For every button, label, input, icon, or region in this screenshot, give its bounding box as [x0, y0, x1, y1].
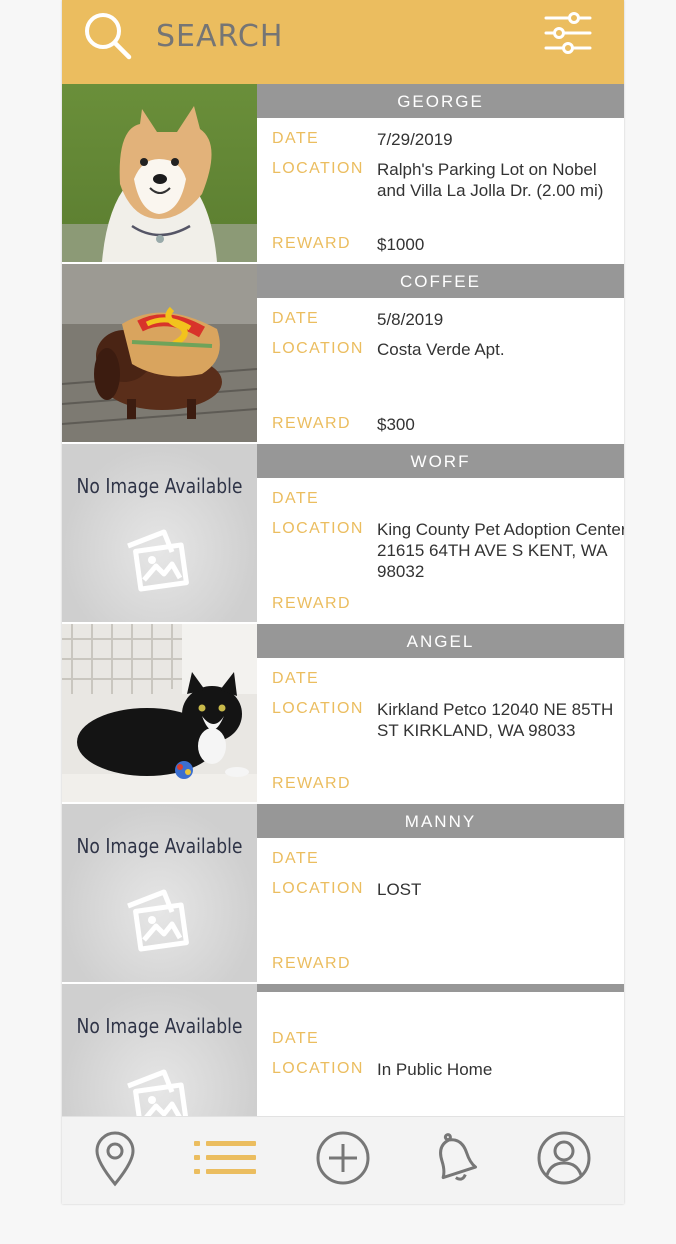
- search-bar: [62, 0, 624, 84]
- location-label: LOCATION: [272, 880, 364, 897]
- location-value: In Public Home: [377, 1060, 493, 1079]
- list-item[interactable]: ANGEL DATE LOCATION Kirkland Petco 12040…: [62, 624, 624, 805]
- pet-details: GEORGE DATE 7/29/2019 LOCATION Ralph's P…: [257, 84, 624, 265]
- date-label: DATE: [272, 1030, 320, 1047]
- search-input[interactable]: [154, 18, 458, 55]
- reward-label: REWARD: [272, 775, 351, 792]
- no-image-placeholder: No Image Available: [62, 444, 257, 622]
- image-placeholder-icon: [127, 529, 189, 592]
- reward-label: REWARD: [272, 415, 351, 432]
- list-item[interactable]: No Image Available DATE LOCATION In Publ…: [62, 984, 624, 1116]
- date-label: DATE: [272, 850, 320, 867]
- dachshund-hotdog-photo: [62, 264, 257, 442]
- add-circle-icon: [316, 1131, 370, 1185]
- pet-name: WORF: [257, 444, 624, 478]
- pet-list[interactable]: GEORGE DATE 7/29/2019 LOCATION Ralph's P…: [62, 84, 624, 1116]
- pet-photo: [62, 264, 257, 442]
- location-label: LOCATION: [272, 340, 364, 357]
- no-image-text: No Image Available: [76, 834, 243, 858]
- list-item[interactable]: No Image Available MANNY DATE LOCATION L…: [62, 804, 624, 985]
- no-image-placeholder: No Image Available: [62, 804, 257, 982]
- pet-name: MANNY: [257, 804, 624, 838]
- location-value: King County Pet Adoption Center 21615 64…: [377, 520, 624, 581]
- date-label: DATE: [272, 490, 320, 507]
- filter-sliders-icon[interactable]: [544, 12, 592, 54]
- pet-details: MANNY DATE LOCATION LOST REWARD: [257, 804, 624, 985]
- pet-details: COFFEE DATE 5/8/2019 LOCATION Costa Verd…: [257, 264, 624, 445]
- tuxedo-cat-photo: [62, 624, 257, 802]
- pet-name: ANGEL: [257, 624, 624, 658]
- pet-details: DATE LOCATION In Public Home: [257, 984, 624, 1116]
- pet-name: GEORGE: [257, 84, 624, 118]
- no-image-text: No Image Available: [76, 1014, 243, 1038]
- nav-notifications[interactable]: [422, 1129, 488, 1191]
- date-value: 5/8/2019: [377, 310, 444, 329]
- location-label: LOCATION: [272, 160, 364, 177]
- location-value: Costa Verde Apt.: [377, 340, 505, 359]
- list-item[interactable]: COFFEE DATE 5/8/2019 LOCATION Costa Verd…: [62, 264, 624, 445]
- location-label: LOCATION: [272, 520, 364, 537]
- pet-details: WORF DATE LOCATION King County Pet Adopt…: [257, 444, 624, 625]
- reward-label: REWARD: [272, 955, 351, 972]
- nav-list[interactable]: [192, 1129, 258, 1191]
- no-image-placeholder: No Image Available: [62, 984, 257, 1116]
- location-label: LOCATION: [272, 1060, 364, 1077]
- phone-frame: GEORGE DATE 7/29/2019 LOCATION Ralph's P…: [62, 0, 624, 1204]
- reward-label: REWARD: [272, 235, 351, 252]
- list-icon: [194, 1141, 256, 1174]
- list-item[interactable]: GEORGE DATE 7/29/2019 LOCATION Ralph's P…: [62, 84, 624, 265]
- location-value: LOST: [377, 880, 422, 899]
- pet-name: COFFEE: [257, 264, 624, 298]
- reward-value: $300: [377, 415, 415, 434]
- date-label: DATE: [272, 670, 320, 687]
- pet-name: [257, 984, 624, 992]
- reward-label: REWARD: [272, 595, 351, 612]
- nav-profile[interactable]: [531, 1129, 597, 1191]
- date-value: 7/29/2019: [377, 130, 453, 149]
- location-label: LOCATION: [272, 700, 364, 717]
- nav-map[interactable]: [82, 1129, 148, 1191]
- pet-photo: [62, 624, 257, 802]
- map-pin-icon: [95, 1131, 135, 1187]
- location-value: Kirkland Petco 12040 NE 85TH ST KIRKLAND…: [377, 700, 614, 740]
- search-icon[interactable]: [82, 10, 132, 60]
- pet-details: ANGEL DATE LOCATION Kirkland Petco 12040…: [257, 624, 624, 805]
- list-item[interactable]: No Image Available WORF DATE LOCATION Ki…: [62, 444, 624, 625]
- bottom-nav: [62, 1116, 624, 1204]
- shiba-dog-photo: [62, 84, 257, 262]
- image-placeholder-icon: [127, 889, 189, 952]
- location-value: Ralph's Parking Lot on Nobel and Villa L…: [377, 160, 604, 200]
- bell-icon: [439, 1133, 477, 1181]
- nav-add[interactable]: [310, 1129, 376, 1191]
- image-placeholder-icon: [127, 1069, 189, 1116]
- date-label: DATE: [272, 130, 320, 147]
- pet-photo: [62, 84, 257, 262]
- profile-icon: [537, 1131, 591, 1185]
- no-image-text: No Image Available: [76, 474, 243, 498]
- reward-value: $1000: [377, 235, 425, 254]
- date-label: DATE: [272, 310, 320, 327]
